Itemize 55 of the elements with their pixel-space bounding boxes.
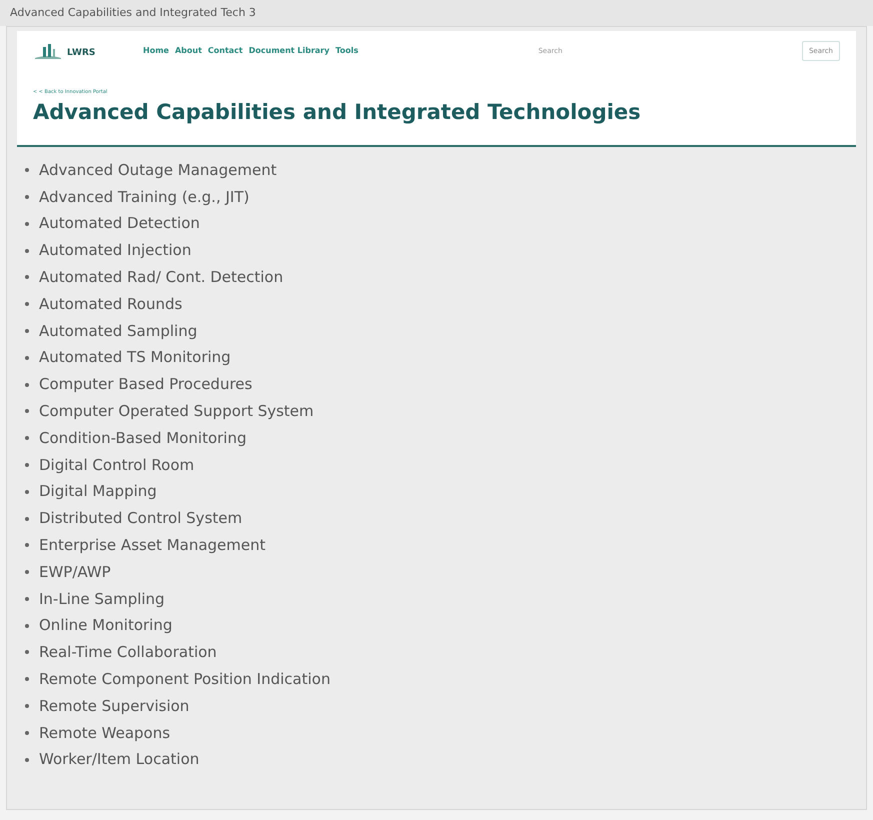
nav-link[interactable]: Tools: [335, 45, 358, 57]
bullet-icon: [25, 222, 29, 226]
list-item: Automated TS Monitoring: [39, 347, 231, 368]
page-title: Advanced Capabilities and Integrated Technologies: [33, 98, 642, 125]
list-item: Automated Rad/ Cont. Detection: [39, 267, 284, 288]
bullet-icon: [25, 194, 29, 199]
list-item: Digital Control Room: [39, 454, 194, 476]
logo-icon: [33, 42, 63, 60]
list-item: EWP/AWP: [39, 562, 111, 583]
window-title: Advanced Capabilities and Integrated Tech 3: [0, 0, 873, 26]
bullet-icon: [25, 677, 29, 682]
list-item: Automated Rounds: [39, 294, 182, 315]
bullet-icon: [25, 409, 29, 414]
bullet-icon: [25, 275, 29, 280]
bullet-icon: [25, 650, 29, 654]
nav-link[interactable]: Document Library: [248, 45, 330, 57]
bullet-icon: [25, 730, 29, 735]
bullet-icon: [25, 704, 29, 708]
bullet-icon: [25, 490, 29, 494]
list-item: Computer Operated Support System: [39, 401, 314, 422]
list-item: Digital Mapping: [39, 481, 157, 502]
bullet-icon: [25, 168, 29, 172]
nav-link[interactable]: Home: [143, 45, 169, 57]
list-item: Advanced Training (e.g., JIT): [39, 186, 250, 208]
bullet-icon: [25, 302, 29, 306]
list-item: Remote Weapons: [39, 722, 170, 744]
nav-link[interactable]: Contact: [208, 45, 243, 57]
list-item: Enterprise Asset Management: [39, 535, 266, 556]
list-item: In-Line Sampling: [39, 588, 165, 610]
bullet-icon: [25, 570, 29, 574]
bullet-icon: [25, 758, 29, 762]
bullet-icon: [25, 624, 29, 628]
bullet-icon: [25, 382, 29, 387]
bullet-icon: [25, 543, 29, 548]
list-item: Online Monitoring: [39, 615, 172, 636]
list-item: Advanced Outage Management: [39, 160, 277, 181]
list-item: Automated Injection: [39, 240, 192, 262]
list-item: Condition-Based Monitoring: [39, 428, 246, 449]
list-item: Automated Sampling: [39, 320, 198, 342]
nav-link[interactable]: About: [174, 45, 202, 57]
bullet-icon: [25, 248, 29, 253]
bullet-icon: [25, 328, 29, 333]
list-item: Real-Time Collaboration: [39, 642, 217, 664]
bullet-icon: [25, 516, 29, 520]
bullet-icon: [25, 436, 29, 440]
list-item: Worker/Item Location: [39, 749, 200, 770]
list-item: Remote Component Position Indication: [39, 669, 330, 690]
list-item: Computer Based Procedures: [39, 374, 252, 396]
bullet-icon: [25, 356, 29, 360]
logo-text: LWRS: [67, 46, 96, 60]
bullet-icon: [25, 462, 29, 467]
list-item: Automated Detection: [39, 213, 200, 234]
list-item: Distributed Control System: [39, 508, 242, 530]
bullet-icon: [25, 596, 29, 601]
list-item: Remote Supervision: [39, 696, 190, 717]
